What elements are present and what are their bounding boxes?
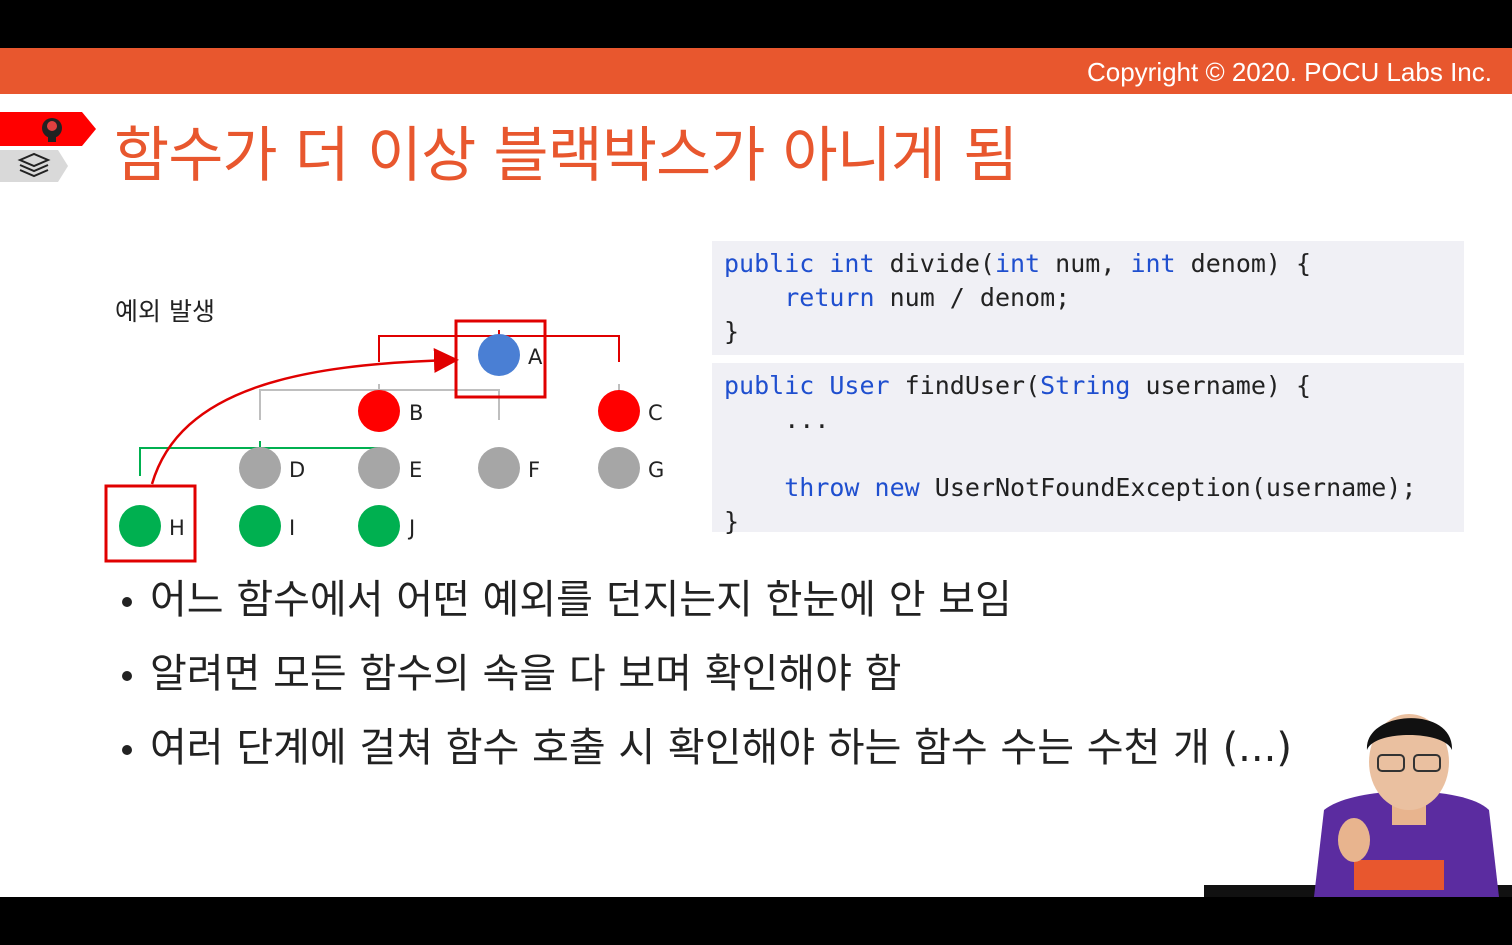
bullet-item: 알려면 모든 함수의 속을 다 보며 확인해야 함 [118,646,1292,720]
node-h [119,505,161,547]
node-j [358,505,400,547]
code-block-finduser: public User findUser(String username) { … [712,363,1464,536]
node-g [598,447,640,489]
brain-icon [0,112,96,146]
call-tree-diagram: 예외 발생 A B C D E F G H I J [104,297,664,563]
node-e-label: E [409,458,422,482]
node-d-label: D [289,458,305,482]
bullet-list: 어느 함수에서 어떤 예외를 던지는지 한눈에 안 보임 알려면 모든 함수의 … [118,572,1292,794]
exception-label: 예외 발생 [115,297,215,326]
node-b-label: B [409,401,423,425]
bullet-item: 어느 함수에서 어떤 예외를 던지는지 한눈에 안 보임 [118,572,1292,646]
node-c [598,390,640,432]
node-b [358,390,400,432]
stack-icon [0,150,68,182]
copyright-bar: Copyright © 2020. POCU Labs Inc. [0,48,1512,94]
node-c-label: C [648,401,663,425]
slide: Copyright © 2020. POCU Labs Inc. 함수가 더 이… [0,48,1512,897]
node-h-label: H [169,516,185,540]
node-a-label: A [528,345,543,369]
bullet-item: 여러 단계에 걸쳐 함수 호출 시 확인해야 하는 함수 수는 수천 개 (..… [118,720,1292,794]
node-i-label: I [289,516,295,540]
node-d [239,447,281,489]
slide-title: 함수가 더 이상 블랙박스가 아니게 됨 [114,121,1018,191]
node-g-label: G [648,458,664,482]
node-f-label: F [528,458,540,482]
code-block-divide: public int divide(int num, int denom) { … [712,241,1464,355]
presenter-video [1204,714,1512,897]
copyright-text: Copyright © 2020. POCU Labs Inc. [1086,57,1492,87]
node-f [478,447,520,489]
node-a [478,334,520,376]
node-j-label: J [407,516,415,540]
node-e [358,447,400,489]
node-i [239,505,281,547]
